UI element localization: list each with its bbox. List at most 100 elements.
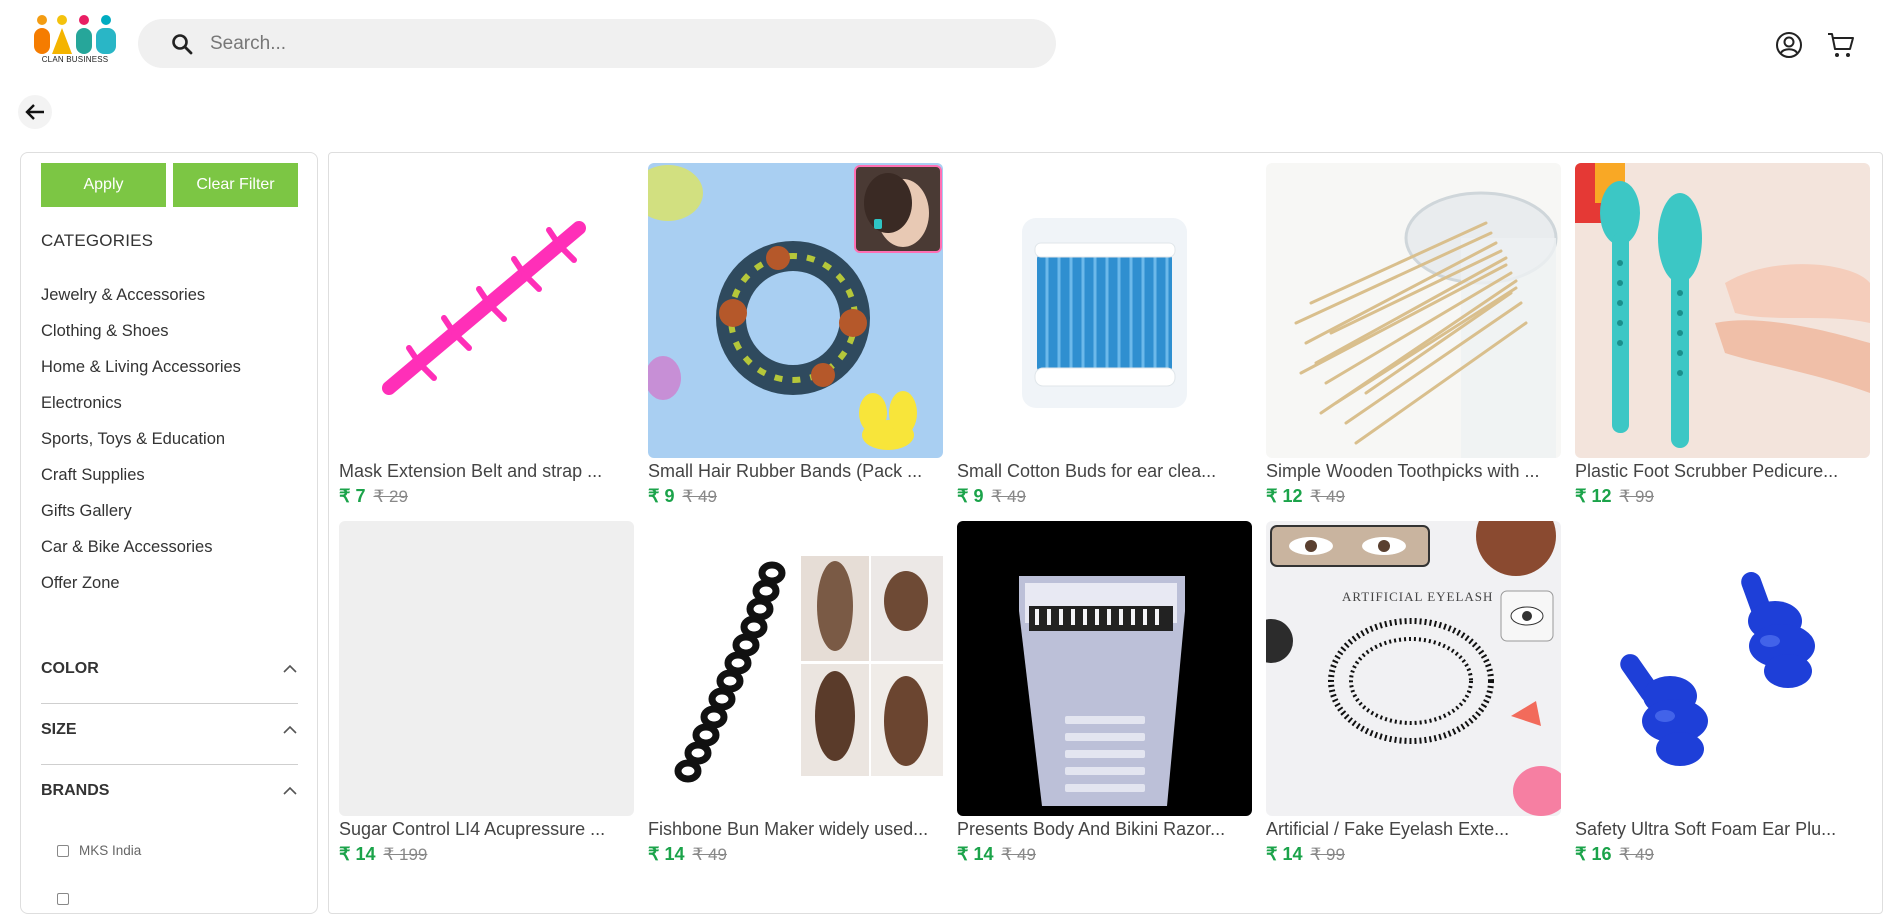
size-filter-toggle[interactable]: SIZE xyxy=(41,700,298,760)
original-price: ₹ 29 xyxy=(373,487,408,506)
mask-strap-image xyxy=(382,221,586,395)
sale-price: ₹ 14 xyxy=(957,844,994,864)
clear-filter-button[interactable]: Clear Filter xyxy=(173,163,298,207)
product-price: ₹ 14 ₹ 49 xyxy=(648,843,943,866)
category-item[interactable]: Offer Zone xyxy=(41,573,241,609)
search-bar[interactable] xyxy=(138,19,1056,68)
brand-label: MKS India xyxy=(79,843,142,858)
original-price: ₹ 49 xyxy=(1310,487,1345,506)
eyelash-image xyxy=(1266,521,1561,816)
product-price: ₹ 9 ₹ 49 xyxy=(957,485,1252,508)
product-name[interactable]: Fishbone Bun Maker widely used... xyxy=(648,818,943,840)
product-name[interactable]: Plastic Foot Scrubber Pedicure... xyxy=(1575,460,1870,482)
product-grid: Mask Extension Belt and strap ... ₹ 7 ₹ 2… xyxy=(328,152,1883,914)
product-image[interactable] xyxy=(957,163,1252,458)
color-filter-toggle[interactable]: COLOR xyxy=(41,639,298,699)
sale-price: ₹ 12 xyxy=(1575,486,1612,506)
product-image[interactable] xyxy=(1266,163,1561,458)
product-name[interactable]: Mask Extension Belt and strap ... xyxy=(339,460,634,482)
product-card[interactable]: ARTIFICIAL EYELASH Artificial / Fake Eye… xyxy=(1266,521,1561,866)
product-image[interactable] xyxy=(648,521,943,816)
category-item[interactable]: Clothing & Shoes xyxy=(41,321,241,357)
category-item[interactable]: Gifts Gallery xyxy=(41,501,241,537)
product-name[interactable]: Small Hair Rubber Bands (Pack ... xyxy=(648,460,943,482)
product-image[interactable] xyxy=(648,163,943,458)
product-price: ₹ 16 ₹ 49 xyxy=(1575,843,1870,866)
brands-filter-label: BRANDS xyxy=(41,782,110,799)
brand-option[interactable] xyxy=(57,893,79,905)
product-price: ₹ 14 ₹ 99 xyxy=(1266,843,1561,866)
brand-checkbox[interactable] xyxy=(57,844,69,857)
product-image[interactable] xyxy=(339,163,634,458)
product-card[interactable]: Sugar Control LI4 Acupressure ... ₹ 14 ₹ … xyxy=(339,521,634,866)
hair-band-image xyxy=(648,165,942,450)
ear-plugs-image xyxy=(1620,572,1815,766)
product-card[interactable]: Simple Wooden Toothpicks with ... ₹ 12 ₹ … xyxy=(1266,163,1561,508)
sale-price: ₹ 14 xyxy=(648,844,685,864)
product-name[interactable]: Presents Body And Bikini Razor... xyxy=(957,818,1252,840)
product-name[interactable]: Simple Wooden Toothpicks with ... xyxy=(1266,460,1561,482)
product-image[interactable]: ARTIFICIAL EYELASH xyxy=(1266,521,1561,816)
size-filter-label: SIZE xyxy=(41,721,77,738)
product-card[interactable]: Fishbone Bun Maker widely used... ₹ 14 ₹ … xyxy=(648,521,943,866)
product-card[interactable]: Safety Ultra Soft Foam Ear Plu... ₹ 16 ₹ … xyxy=(1575,521,1870,866)
back-button[interactable] xyxy=(18,95,52,129)
original-price: ₹ 49 xyxy=(991,487,1026,506)
category-item[interactable]: Car & Bike Accessories xyxy=(41,537,241,573)
apply-button[interactable]: Apply xyxy=(41,163,166,207)
product-price: ₹ 7 ₹ 29 xyxy=(339,485,634,508)
category-item[interactable]: Sports, Toys & Education xyxy=(41,429,241,465)
chevron-up-icon xyxy=(283,786,297,795)
product-card[interactable]: Plastic Foot Scrubber Pedicure... ₹ 12 ₹ … xyxy=(1575,163,1870,508)
original-price: ₹ 99 xyxy=(1310,845,1345,864)
product-price: ₹ 12 ₹ 99 xyxy=(1575,485,1870,508)
product-card[interactable]: Mask Extension Belt and strap ... ₹ 7 ₹ 2… xyxy=(339,163,634,508)
product-card[interactable]: Presents Body And Bikini Razor... ₹ 14 ₹ … xyxy=(957,521,1252,866)
product-image[interactable] xyxy=(1575,521,1870,816)
original-price: ₹ 199 xyxy=(383,845,428,864)
product-name[interactable]: Safety Ultra Soft Foam Ear Plu... xyxy=(1575,818,1870,840)
foot-scrubber-image xyxy=(1575,163,1870,448)
filter-sidebar: Apply Clear Filter CATEGORIES Jewelry & … xyxy=(20,152,318,914)
category-item[interactable]: Craft Supplies xyxy=(41,465,241,501)
categories-heading: CATEGORIES xyxy=(41,231,154,250)
sale-price: ₹ 14 xyxy=(339,844,376,864)
search-input[interactable] xyxy=(208,31,1012,56)
bun-maker-image xyxy=(674,556,943,783)
sale-price: ₹ 14 xyxy=(1266,844,1303,864)
product-name[interactable]: Small Cotton Buds for ear clea... xyxy=(957,460,1252,482)
product-image[interactable] xyxy=(1575,163,1870,458)
original-price: ₹ 49 xyxy=(1619,845,1654,864)
product-price: ₹ 12 ₹ 49 xyxy=(1266,485,1561,508)
cart-icon[interactable] xyxy=(1826,30,1856,60)
chevron-up-icon xyxy=(283,725,297,734)
original-price: ₹ 49 xyxy=(1001,845,1036,864)
sale-price: ₹ 16 xyxy=(1575,844,1612,864)
category-item[interactable]: Jewelry & Accessories xyxy=(41,285,241,321)
product-name[interactable]: Sugar Control LI4 Acupressure ... xyxy=(339,818,634,840)
header: CLAN BUSINESS xyxy=(0,0,1903,88)
sale-price: ₹ 7 xyxy=(339,486,366,506)
sale-price: ₹ 9 xyxy=(957,486,984,506)
chevron-up-icon xyxy=(283,664,297,673)
product-name[interactable]: Artificial / Fake Eyelash Exte... xyxy=(1266,818,1561,840)
product-image-placeholder[interactable] xyxy=(339,521,634,816)
product-price: ₹ 9 ₹ 49 xyxy=(648,485,943,508)
product-card[interactable]: Small Hair Rubber Bands (Pack ... ₹ 9 ₹ 4… xyxy=(648,163,943,508)
original-price: ₹ 49 xyxy=(692,845,727,864)
category-item[interactable]: Electronics xyxy=(41,393,241,429)
category-item[interactable]: Home & Living Accessories xyxy=(41,357,241,393)
account-icon[interactable] xyxy=(1774,30,1804,60)
brand-logo[interactable]: CLAN BUSINESS xyxy=(32,12,118,68)
original-price: ₹ 99 xyxy=(1619,487,1654,506)
brand-checkbox[interactable] xyxy=(57,893,69,905)
brand-option[interactable]: MKS India xyxy=(57,843,141,858)
product-card[interactable]: Small Cotton Buds for ear clea... ₹ 9 ₹ 4… xyxy=(957,163,1252,508)
brands-filter-toggle[interactable]: BRANDS xyxy=(41,761,298,821)
product-image[interactable] xyxy=(957,521,1252,816)
product-price: ₹ 14 ₹ 49 xyxy=(957,843,1252,866)
cotton-buds-image xyxy=(1022,218,1187,408)
product-price: ₹ 14 ₹ 199 xyxy=(339,843,634,866)
eyelash-banner-text: ARTIFICIAL EYELASH xyxy=(1342,589,1494,604)
razor-image xyxy=(1019,576,1185,806)
